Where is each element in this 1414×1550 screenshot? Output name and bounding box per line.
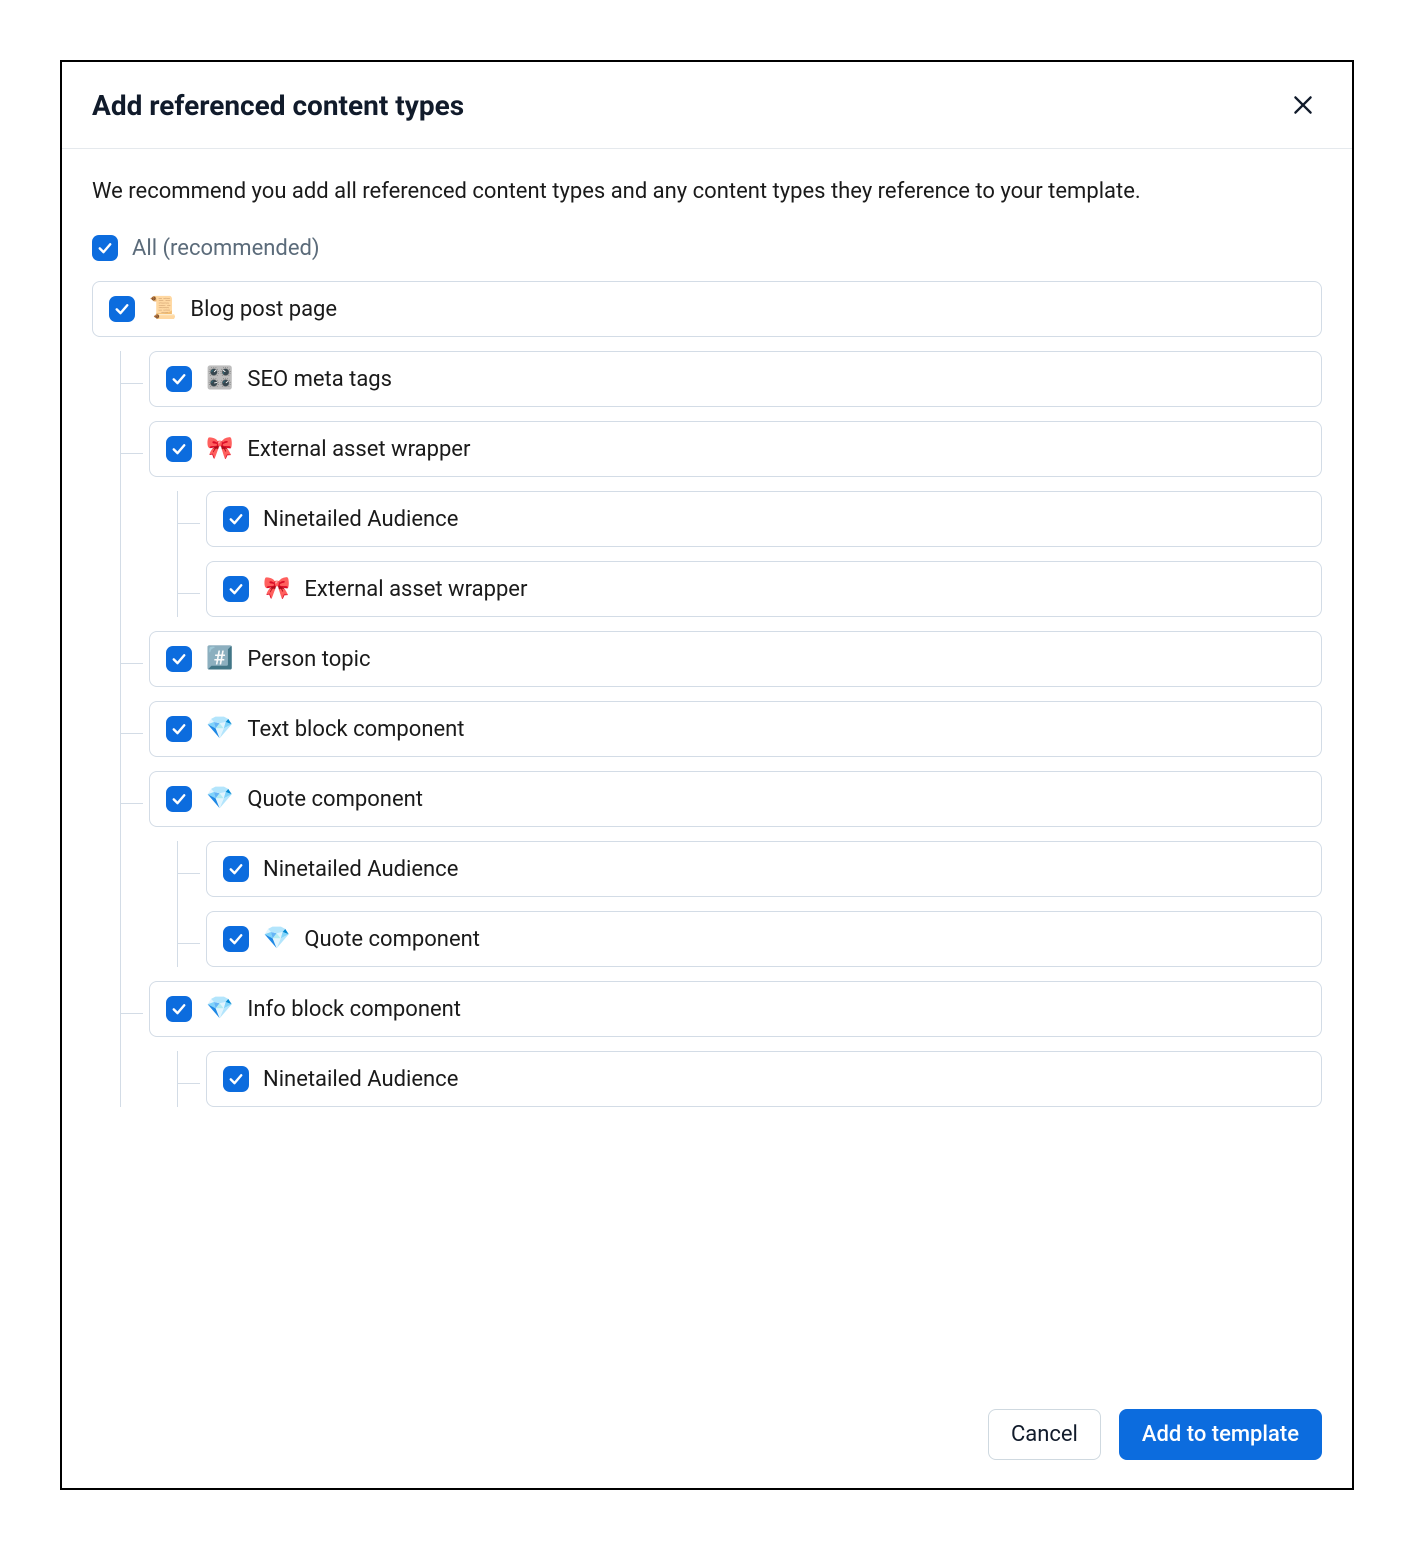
tree-node-label: Quote component <box>247 787 423 812</box>
tree-node-icon: 🎀 <box>263 578 290 600</box>
tree-node-label: Quote component <box>304 927 480 952</box>
dialog-title: Add referenced content types <box>92 89 464 122</box>
tree-node[interactable]: 💎 Quote component <box>206 911 1322 967</box>
tree-node-checkbox[interactable] <box>109 296 135 322</box>
tree-node-label: Person topic <box>247 647 370 672</box>
add-referenced-content-types-dialog: Add referenced content types We recommen… <box>60 60 1354 1490</box>
tree-node[interactable]: 🎛️ SEO meta tags <box>149 351 1322 407</box>
tree-node[interactable]: 💎 Text block component <box>149 701 1322 757</box>
tree-node[interactable]: 💎 Quote component <box>149 771 1322 827</box>
tree-node-checkbox[interactable] <box>166 716 192 742</box>
tree-node-label: Info block component <box>247 997 461 1022</box>
tree-node-label: Blog post page <box>190 297 337 322</box>
tree-node-icon: #️⃣ <box>206 648 233 670</box>
dialog-footer: Cancel Add to template <box>62 1389 1352 1488</box>
tree-node-label: Ninetailed Audience <box>263 1067 458 1092</box>
select-all-row[interactable]: All (recommended) <box>92 235 1322 261</box>
tree-node[interactable]: Ninetailed Audience <box>206 491 1322 547</box>
tree-node[interactable]: Ninetailed Audience <box>206 1051 1322 1107</box>
tree-node-label: External asset wrapper <box>304 577 527 602</box>
dialog-body: We recommend you add all referenced cont… <box>62 149 1352 1488</box>
tree-node-icon: 🎀 <box>206 438 233 460</box>
tree-node-checkbox[interactable] <box>166 436 192 462</box>
tree-node[interactable]: 🎀 External asset wrapper <box>206 561 1322 617</box>
tree-node-checkbox[interactable] <box>223 506 249 532</box>
tree-node-icon: 💎 <box>206 998 233 1020</box>
tree-node-label: Ninetailed Audience <box>263 857 458 882</box>
tree-node-label: Text block component <box>247 717 464 742</box>
tree-node-label: Ninetailed Audience <box>263 507 458 532</box>
tree-node[interactable]: 💎 Info block component <box>149 981 1322 1037</box>
tree-node-icon: 💎 <box>206 788 233 810</box>
tree-node[interactable]: 🎀 External asset wrapper <box>149 421 1322 477</box>
tree-node[interactable]: #️⃣ Person topic <box>149 631 1322 687</box>
dialog-description: We recommend you add all referenced cont… <box>92 175 1322 209</box>
select-all-label: All (recommended) <box>132 236 320 261</box>
tree-node-checkbox[interactable] <box>223 926 249 952</box>
tree-node-checkbox[interactable] <box>166 646 192 672</box>
tree-node[interactable]: Ninetailed Audience <box>206 841 1322 897</box>
tree-node-checkbox[interactable] <box>166 996 192 1022</box>
add-to-template-button[interactable]: Add to template <box>1119 1409 1322 1460</box>
tree-node-icon: 💎 <box>206 718 233 740</box>
select-all-checkbox[interactable] <box>92 235 118 261</box>
content-type-tree: 📜 Blog post page 🎛️ SEO meta tags 🎀 External … <box>92 281 1322 1107</box>
tree-node[interactable]: 📜 Blog post page <box>92 281 1322 337</box>
close-button[interactable] <box>1284 86 1322 124</box>
close-icon <box>1290 92 1316 118</box>
tree-node-checkbox[interactable] <box>223 856 249 882</box>
tree-node-icon: 📜 <box>149 298 176 320</box>
tree-node-checkbox[interactable] <box>223 1066 249 1092</box>
dialog-header: Add referenced content types <box>62 62 1352 149</box>
cancel-button[interactable]: Cancel <box>988 1409 1101 1460</box>
tree-node-label: External asset wrapper <box>247 437 470 462</box>
tree-node-icon: 💎 <box>263 928 290 950</box>
tree-node-icon: 🎛️ <box>206 368 233 390</box>
tree-node-checkbox[interactable] <box>166 366 192 392</box>
tree-node-checkbox[interactable] <box>166 786 192 812</box>
tree-node-checkbox[interactable] <box>223 576 249 602</box>
tree-node-label: SEO meta tags <box>247 367 392 392</box>
